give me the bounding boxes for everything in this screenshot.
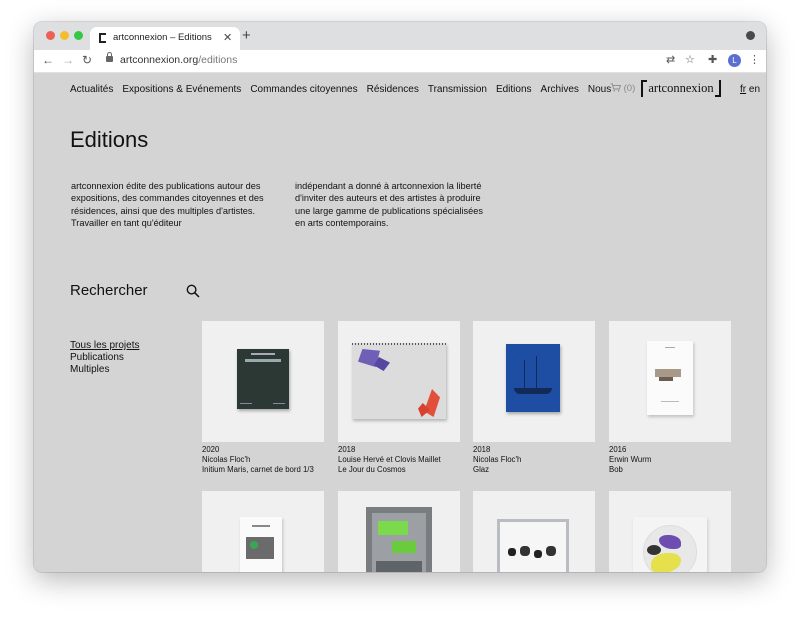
nav-item-expositions[interactable]: Expositions & Evénements <box>122 84 241 95</box>
reload-icon[interactable]: ↻ <box>82 53 92 67</box>
edition-year: 2020 <box>202 445 220 454</box>
nav-item-transmission[interactable]: Transmission <box>428 84 487 95</box>
edition-card[interactable] <box>473 491 595 572</box>
search-icon[interactable] <box>186 284 200 298</box>
edition-author: Nicolas Floc'h <box>202 455 251 465</box>
edition-cover-image[interactable] <box>202 491 324 572</box>
profile-avatar[interactable]: L <box>728 54 741 67</box>
address-bar[interactable]: artconnexion.org/editions <box>120 54 237 66</box>
bookmark-star-icon[interactable]: ☆ <box>685 53 695 66</box>
nav-item-nous[interactable]: Nous <box>588 84 611 95</box>
book-cover <box>240 517 282 572</box>
webpage: Actualités Expositions & Evénements Comm… <box>34 73 766 572</box>
browser-toolbar: ← → ↻ artconnexion.org/editions ⇄ ☆ ✚ L … <box>34 50 766 73</box>
edition-meta: 2018 Nicolas Floc'h Glaz <box>473 445 595 476</box>
new-tab-icon[interactable]: + <box>242 27 251 44</box>
edition-cover-image[interactable] <box>338 321 460 442</box>
cart-link[interactable]: (0) <box>610 83 635 94</box>
browser-window: artconnexion – Editions ✕ + ← → ↻ artcon… <box>34 22 766 572</box>
edition-cover-image[interactable] <box>473 491 595 572</box>
language-switcher: fr en <box>740 84 760 95</box>
edition-card[interactable]: 2018 Louise Hervé et Clovis Maillet Le J… <box>338 321 460 476</box>
edition-meta: 2018 Louise Hervé et Clovis Maillet Le J… <box>338 445 460 476</box>
book-cover <box>506 344 560 412</box>
close-window-button[interactable] <box>46 31 55 40</box>
intro-text-right: indépendant a donné à artconnexion la li… <box>295 181 483 229</box>
translate-icon[interactable]: ⇄ <box>666 53 675 66</box>
edition-card[interactable] <box>202 491 324 572</box>
site-logo[interactable]: artconnexion <box>641 80 721 97</box>
url-path: /editions <box>198 54 238 66</box>
edition-title: Initium Maris, carnet de bord 1/3 <box>202 465 314 475</box>
edition-title: Glaz <box>473 465 490 475</box>
book-cover <box>633 517 707 572</box>
lang-fr[interactable]: fr <box>740 84 746 95</box>
book-cover <box>352 343 446 419</box>
back-arrow-icon[interactable]: ← <box>42 53 54 67</box>
edition-title: Bob <box>609 465 623 475</box>
edition-meta: 2020 Nicolas Floc'h Initium Maris, carne… <box>202 445 324 476</box>
cart-count: (0) <box>623 83 636 94</box>
nav-item-commandes[interactable]: Commandes citoyennes <box>250 84 357 95</box>
nav-item-residences[interactable]: Résidences <box>367 84 419 95</box>
filter-all-projects[interactable]: Tous les projets <box>70 340 139 352</box>
title-bar: artconnexion – Editions ✕ + <box>34 22 766 50</box>
edition-card[interactable]: 2018 Nicolas Floc'h Glaz <box>473 321 595 476</box>
maximize-window-button[interactable] <box>74 31 83 40</box>
edition-card[interactable] <box>609 491 731 572</box>
edition-author: Nicolas Floc'h <box>473 455 522 465</box>
filter-list: Tous les projets Publications Multiples <box>70 340 139 376</box>
browser-menu-icon[interactable] <box>746 31 755 40</box>
edition-cover-image[interactable] <box>202 321 324 442</box>
book-cover <box>497 519 569 572</box>
filter-multiples[interactable]: Multiples <box>70 364 139 376</box>
edition-year: 2016 <box>609 445 627 454</box>
intro-text-left: artconnexion édite des publications auto… <box>71 181 264 229</box>
edition-year: 2018 <box>473 445 491 454</box>
main-nav: Actualités Expositions & Evénements Comm… <box>70 84 611 95</box>
lang-en[interactable]: en <box>749 84 760 95</box>
edition-cover-image[interactable] <box>473 321 595 442</box>
page-title: Editions <box>70 127 149 152</box>
edition-author: Louise Hervé et Clovis Maillet <box>338 455 441 465</box>
edition-author: Erwin Wurm <box>609 455 652 465</box>
edition-title: Le Jour du Cosmos <box>338 465 406 475</box>
lock-icon <box>106 52 113 62</box>
edition-cover-image[interactable] <box>609 491 731 572</box>
kebab-menu-icon[interactable]: ⋮ <box>749 53 760 66</box>
edition-cover-image[interactable] <box>609 321 731 442</box>
edition-year: 2018 <box>338 445 356 454</box>
forward-arrow-icon[interactable]: → <box>62 53 74 67</box>
book-cover <box>647 341 693 415</box>
browser-tab[interactable]: artconnexion – Editions ✕ <box>90 27 240 50</box>
nav-item-archives[interactable]: Archives <box>541 84 579 95</box>
search-label: Rechercher <box>70 282 148 299</box>
minimize-window-button[interactable] <box>60 31 69 40</box>
nav-item-actualites[interactable]: Actualités <box>70 84 113 95</box>
filter-publications[interactable]: Publications <box>70 352 139 364</box>
edition-meta: 2016 Erwin Wurm Bob <box>609 445 731 476</box>
edition-cover-image[interactable] <box>338 491 460 572</box>
edition-card[interactable]: 2016 Erwin Wurm Bob <box>609 321 731 476</box>
edition-card[interactable] <box>338 491 460 572</box>
tab-title: artconnexion – Editions <box>113 32 212 43</box>
tab-close-icon[interactable]: ✕ <box>223 31 232 44</box>
cart-icon <box>610 83 622 92</box>
edition-card[interactable]: 2020 Nicolas Floc'h Initium Maris, carne… <box>202 321 324 476</box>
favicon-icon <box>99 33 106 43</box>
book-cover <box>237 349 289 409</box>
nav-item-editions[interactable]: Editions <box>496 84 532 95</box>
extensions-puzzle-icon[interactable]: ✚ <box>708 53 717 66</box>
book-cover <box>366 507 432 572</box>
url-domain: artconnexion.org <box>120 54 199 66</box>
